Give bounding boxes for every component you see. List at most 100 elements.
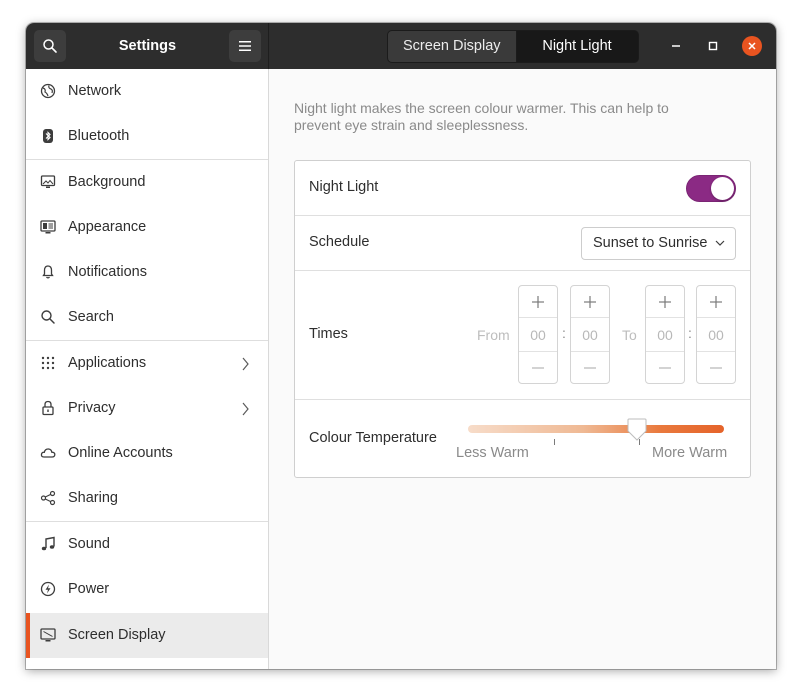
minus-icon [532, 366, 544, 369]
sidebar-item-online-accounts[interactable]: Online Accounts [26, 431, 268, 476]
globe-icon [40, 83, 56, 99]
slider-handle[interactable] [626, 418, 648, 442]
tab-screen-display[interactable]: Screen Display [387, 30, 517, 63]
plus-icon [584, 295, 596, 308]
sidebar-item-power[interactable]: Power [26, 567, 268, 612]
row-separator [295, 270, 750, 271]
from-time-separator: : [562, 325, 566, 341]
sidebar-item-label: Privacy [68, 400, 116, 416]
music-note-icon [41, 536, 55, 551]
to-label: To [622, 327, 637, 343]
night-light-label: Night Light [309, 179, 379, 195]
to-hours-decrement-button[interactable] [646, 351, 684, 383]
from-label: From [477, 327, 510, 343]
minus-icon [584, 366, 596, 369]
monitor-icon [40, 175, 56, 188]
settings-window: Settings Screen Display Night Light Netw… [26, 23, 776, 669]
minimize-button[interactable] [666, 36, 686, 56]
cloud-icon [40, 448, 56, 458]
from-hours-spinbutton: 00 [518, 285, 558, 384]
sidebar-item-label: Applications [68, 355, 147, 371]
to-minutes-decrement-button[interactable] [697, 351, 735, 383]
sidebar-item-applications[interactable]: Applications [26, 341, 268, 386]
night-light-settings-panel: Night Light Schedule Sunset to Sunrise T… [294, 160, 751, 478]
hamburger-menu-icon [239, 41, 251, 51]
sidebar-item-background[interactable]: Background [26, 160, 268, 205]
colour-temperature-slider[interactable] [468, 425, 724, 433]
bluetooth-icon [43, 129, 53, 143]
schedule-value: Sunset to Sunrise [593, 235, 708, 251]
plus-icon [659, 295, 671, 308]
sidebar-item-search[interactable]: Search [26, 295, 268, 340]
sidebar-item-sound[interactable]: Sound [26, 522, 268, 567]
to-hours-value[interactable]: 00 [646, 319, 684, 351]
to-minutes-increment-button[interactable] [697, 286, 735, 318]
grid-icon [41, 356, 55, 370]
primary-menu-button[interactable] [229, 30, 261, 62]
from-hours-value[interactable]: 00 [519, 319, 557, 351]
from-minutes-spinbutton: 00 [570, 285, 610, 384]
row-separator [295, 399, 750, 400]
minus-icon [710, 366, 722, 369]
app-title: Settings [118, 38, 177, 54]
chevron-down-icon [715, 240, 725, 246]
colour-temperature-label: Colour Temperature [309, 430, 437, 446]
to-minutes-value[interactable]: 00 [697, 319, 735, 351]
from-minutes-increment-button[interactable] [571, 286, 609, 318]
sidebar-item-bluetooth[interactable]: Bluetooth [26, 114, 268, 159]
sidebar: Network Bluetooth Background Appearance … [26, 69, 269, 669]
row-separator [295, 215, 750, 216]
headerbar: Settings Screen Display Night Light [26, 23, 776, 69]
plus-icon [710, 295, 722, 308]
night-light-description: Night light makes the screen colour warm… [294, 100, 669, 133]
headerbar-left: Settings [26, 23, 269, 69]
night-light-page: Night light makes the screen colour warm… [269, 69, 776, 669]
maximize-button[interactable] [703, 36, 723, 56]
from-minutes-decrement-button[interactable] [571, 351, 609, 383]
sidebar-item-screen-display[interactable]: Screen Display [26, 613, 268, 658]
sidebar-item-notifications[interactable]: Notifications [26, 250, 268, 295]
to-time-separator: : [688, 325, 692, 341]
toggle-knob [711, 177, 734, 200]
to-hours-increment-button[interactable] [646, 286, 684, 318]
from-minutes-value[interactable]: 00 [571, 319, 609, 351]
maximize-icon [708, 41, 718, 51]
sidebar-item-label: Screen Display [68, 627, 166, 643]
power-icon [40, 581, 56, 597]
chevron-right-icon [242, 402, 249, 416]
sidebar-item-label: Sound [68, 536, 110, 552]
slider-tick-mark [639, 439, 640, 445]
screen-display-icon [40, 628, 56, 642]
to-hours-spinbutton: 00 [645, 285, 685, 384]
from-hours-increment-button[interactable] [519, 286, 557, 318]
bell-icon [42, 265, 54, 279]
search-button[interactable] [34, 30, 66, 62]
close-icon [748, 42, 756, 50]
sidebar-item-privacy[interactable]: Privacy [26, 386, 268, 431]
less-warm-label: Less Warm [456, 445, 529, 461]
sidebar-item-network[interactable]: Network [26, 69, 268, 114]
schedule-dropdown[interactable]: Sunset to Sunrise [581, 227, 736, 260]
tab-night-light[interactable]: Night Light [516, 30, 639, 63]
sidebar-item-label: Power [68, 581, 110, 597]
more-warm-label: More Warm [652, 445, 728, 461]
times-label: Times [309, 326, 348, 342]
search-icon [43, 39, 57, 53]
lock-icon [42, 400, 54, 416]
night-light-toggle[interactable] [686, 175, 736, 202]
share-icon [40, 490, 56, 506]
minimize-icon [672, 45, 680, 47]
sidebar-item-label: Background [68, 174, 146, 190]
sidebar-item-label: Search [68, 309, 114, 325]
from-hours-decrement-button[interactable] [519, 351, 557, 383]
sidebar-item-label: Network [68, 83, 122, 99]
slider-tick-mark [554, 439, 555, 445]
minus-icon [659, 366, 671, 369]
appearance-icon [40, 220, 56, 234]
plus-icon [532, 295, 544, 308]
sidebar-item-sharing[interactable]: Sharing [26, 476, 268, 521]
close-button[interactable] [742, 36, 762, 56]
sidebar-item-appearance[interactable]: Appearance [26, 205, 268, 250]
sidebar-item-label: Sharing [68, 490, 118, 506]
sidebar-item-label: Notifications [68, 264, 147, 280]
